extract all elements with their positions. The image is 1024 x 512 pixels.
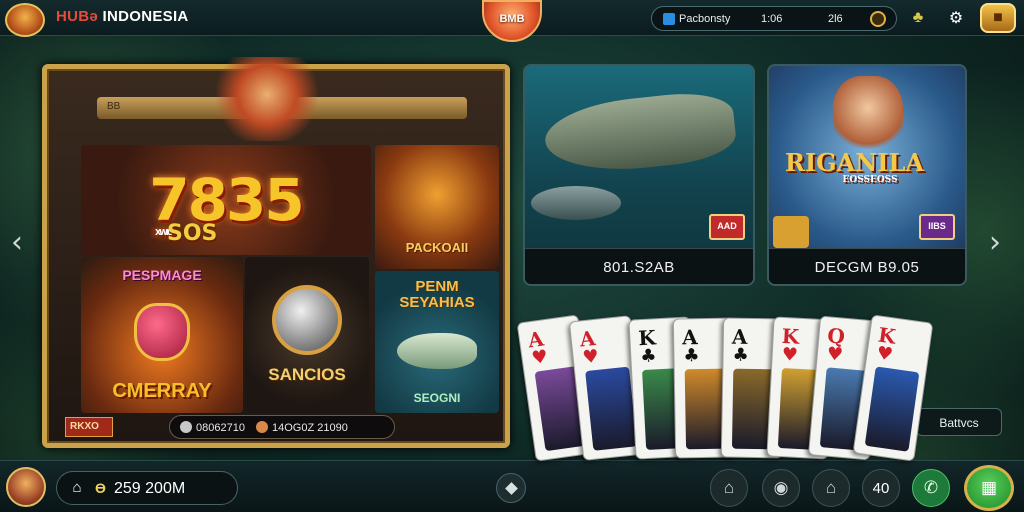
slot-tile-777[interactable]: 7835 XWIO SOS — [81, 145, 371, 255]
slot-tile-pack[interactable]: PACKOAII — [375, 145, 499, 269]
avatar[interactable] — [6, 467, 46, 507]
top-bar: HUBə INDONESIA BMB Pacbonsty 1:06 2l6 ♣ … — [0, 0, 1024, 42]
stats-label: Pacbonsty — [679, 13, 731, 25]
stats-value-1: 1:06 — [761, 13, 783, 25]
game-card-fishing[interactable]: AAD 801.S2AB — [523, 64, 755, 286]
small-fish-icon — [531, 186, 621, 220]
tile-jug-top: PESPMAGE — [122, 267, 202, 283]
chip-icon: ◉ — [773, 478, 789, 497]
tile-777-sub: SOS — [167, 221, 218, 246]
gold-chest-icon — [773, 216, 809, 248]
tile-fish-bottom: SEOGNI — [413, 391, 461, 405]
slot-tile-fish[interactable]: PENM SEYAHIAS SEOGNI — [375, 271, 499, 413]
chip-button[interactable]: ◉ — [762, 469, 800, 507]
coin-icon — [256, 421, 269, 433]
balance-pill[interactable]: ⌂ ϴ 259 200M — [56, 471, 238, 505]
treasure-chest-icon[interactable]: ■ — [980, 3, 1016, 33]
chevron-right-icon[interactable]: › — [982, 224, 1008, 260]
home-icon: ⌂ — [723, 478, 735, 497]
store-icon: ⌂ — [825, 478, 837, 497]
menu-icon: ▦ — [980, 478, 998, 497]
tile-fish-top: PENM SEYAHIAS — [399, 278, 475, 311]
card-suit-icon: ♥ — [781, 343, 799, 366]
balance-value: 259 200M — [114, 480, 186, 497]
feature-footer: RKXO 08062710 14OG0Z 21090 — [65, 415, 495, 439]
gear-icon[interactable]: ⚙ — [944, 6, 968, 30]
big-fish-icon — [541, 88, 739, 178]
card-art — [585, 366, 638, 451]
brand-title: HUBə INDONESIA — [56, 8, 189, 25]
footer-value-2: 14OG0Z 21090 — [272, 422, 348, 434]
logo-mascot-icon — [5, 3, 45, 37]
phone-button[interactable]: ✆ — [912, 469, 950, 507]
fish-icon — [397, 332, 477, 369]
silver-coin-icon — [272, 285, 342, 355]
card-suit-icon: ♥ — [875, 342, 895, 366]
chip-icon — [180, 421, 192, 433]
card-suit-icon: ♣ — [683, 345, 700, 367]
game-card-label: 801.S2AB — [525, 248, 753, 284]
hero-character-icon — [833, 76, 903, 156]
warrior-mascot-icon — [197, 57, 337, 141]
menu-button[interactable]: ▦ — [964, 465, 1014, 511]
card-badge: AAD — [709, 214, 745, 240]
slot-tile-coin[interactable]: SANCIOS — [245, 257, 369, 413]
tile-jug-bottom: CMERRAY — [112, 380, 212, 402]
home-icon: ⌂ — [72, 479, 82, 496]
slot-tile-jug[interactable]: PESPMAGE CMERRAY — [81, 257, 243, 413]
stats-pill[interactable]: Pacbonsty 1:06 2l6 — [651, 6, 897, 31]
phone-icon: ✆ — [923, 478, 939, 497]
game-card-title-art: RIGANILA EOSSEOSS — [785, 148, 955, 192]
card-suit-icon: ♥ — [530, 346, 550, 370]
bottom-bar: ⌂ ϴ 259 200M ⌂ ◉ ⌂ 40 ✆ ▦ — [0, 460, 1024, 512]
footer-value-1: 08062710 — [196, 422, 245, 434]
trophy-icon[interactable]: ♣ — [906, 6, 930, 30]
game-card-hero[interactable]: RIGANILA EOSSEOSS IIBS DECGM B9.05 — [767, 64, 967, 286]
footer-values-pill: 08062710 14OG0Z 21090 — [169, 415, 395, 439]
profile-icon — [663, 13, 675, 25]
center-diamond-button[interactable] — [496, 473, 526, 503]
tile-coin-label: SANCIOS — [268, 365, 346, 384]
card-suit-icon: ♥ — [581, 345, 600, 369]
tile-pack-label: PACKOAII — [405, 240, 469, 255]
featured-slot-panel[interactable]: BB 7835 XWIO SOS PACKOAII PESPMAGE CMERR… — [42, 57, 510, 448]
card-badge: IIBS — [919, 214, 955, 240]
stats-value-2: 2l6 — [828, 13, 843, 25]
home-button[interactable]: ⌂ — [710, 469, 748, 507]
coin-icon: ϴ — [95, 480, 106, 496]
card-suit-icon: ♣ — [732, 344, 749, 366]
store-button[interactable]: ⌂ — [812, 469, 850, 507]
game-card-label: DECGM B9.05 — [769, 248, 965, 284]
shield-icon — [870, 11, 886, 27]
diamond-icon — [504, 481, 518, 495]
count-button[interactable]: 40 — [862, 469, 900, 507]
jug-icon — [134, 302, 190, 361]
center-heart-badge[interactable]: BMB — [482, 0, 542, 42]
card-suit-icon: ♣ — [639, 345, 657, 368]
card-art — [864, 366, 920, 452]
footer-tag: RKXO — [65, 417, 113, 437]
card-suit-icon: ♥ — [825, 343, 844, 366]
bet-button[interactable]: Battvcs — [916, 408, 1002, 436]
chevron-left-icon[interactable]: ‹ — [4, 224, 30, 260]
